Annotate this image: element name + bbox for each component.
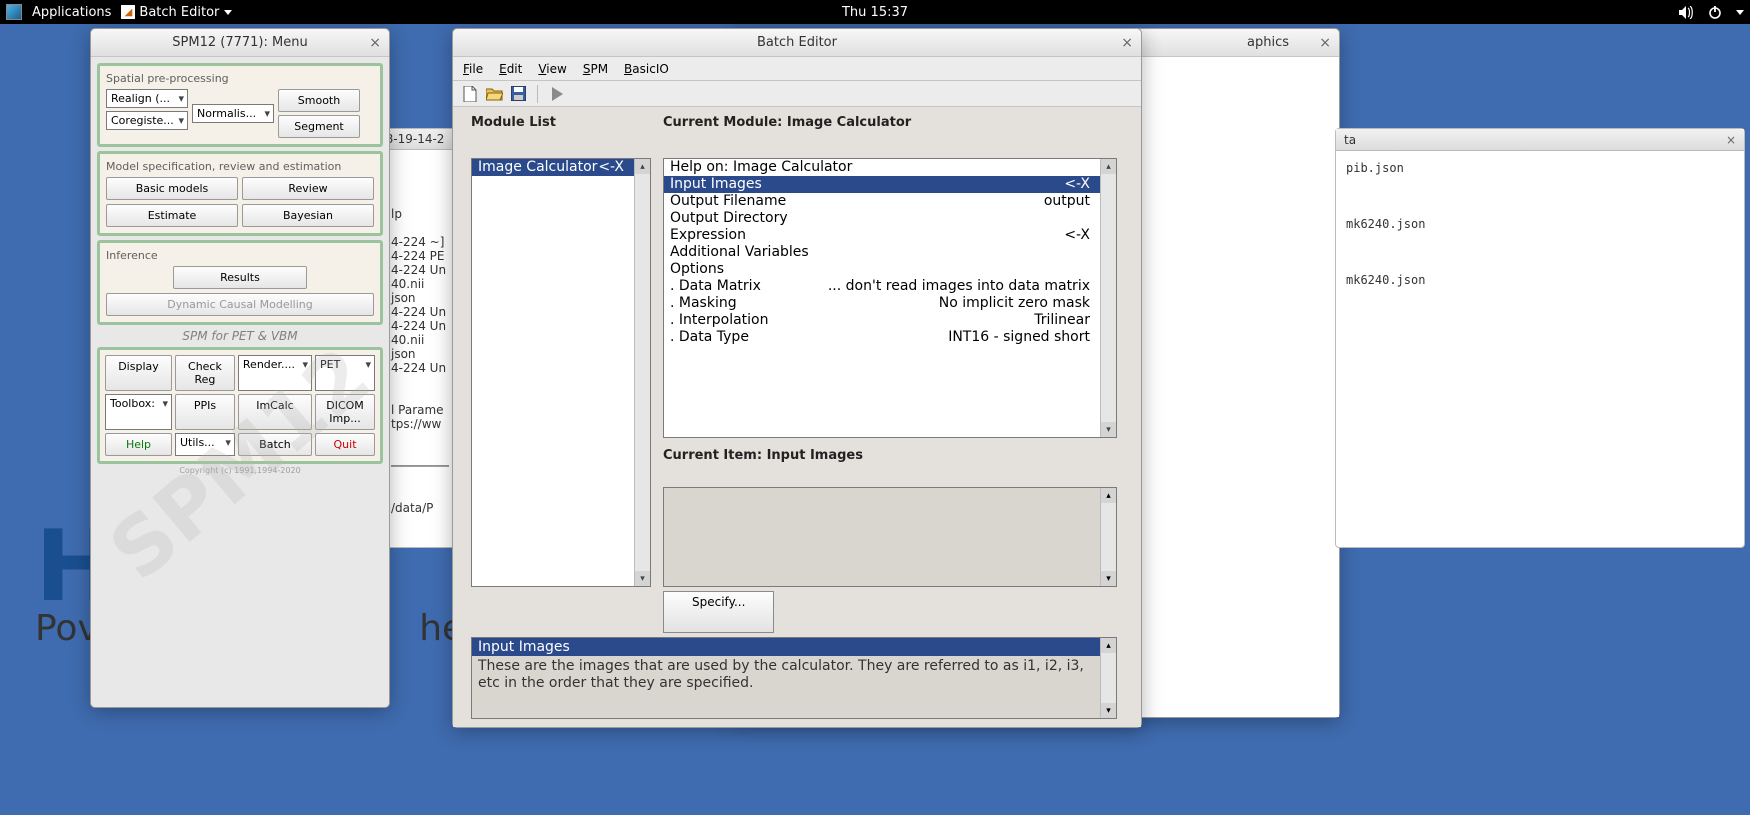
copyright: Copyright (c) 1991,1994-2020: [97, 466, 383, 475]
matlab-icon: ◢: [121, 5, 135, 19]
segment-button[interactable]: Segment: [278, 115, 360, 138]
checkreg-button[interactable]: Check Reg: [175, 355, 235, 391]
value-box[interactable]: ▴▾: [663, 487, 1117, 587]
batch-title: Batch Editor: [757, 35, 837, 50]
param-item[interactable]: Input Images<-X: [664, 176, 1116, 193]
current-module-head: Current Module: Image Calculator: [663, 111, 1117, 154]
scrollbar[interactable]: ▴▾: [1100, 159, 1116, 437]
param-item[interactable]: . MaskingNo implicit zero mask: [664, 295, 1116, 312]
param-item[interactable]: Output Filenameoutput: [664, 193, 1116, 210]
specify-button[interactable]: Specify...: [663, 591, 774, 633]
menu-edit[interactable]: Edit: [499, 62, 522, 76]
toolbox-select[interactable]: Toolbox:: [105, 394, 172, 430]
param-item[interactable]: Help on: Image Calculator: [664, 159, 1116, 176]
module-list-head: Module List: [471, 111, 651, 154]
data-content: pib.json mk6240.json mk6240.json: [1336, 151, 1744, 297]
param-item[interactable]: . InterpolationTrilinear: [664, 312, 1116, 329]
menubar: File Edit View SPM BasicIO: [453, 57, 1141, 81]
modality-select[interactable]: PET: [315, 355, 375, 391]
batch-editor-window: Batch Editor × File Edit View SPM BasicI…: [452, 28, 1142, 728]
model-heading: Model specification, review and estimati…: [106, 160, 374, 173]
batch-button[interactable]: Batch: [238, 433, 312, 456]
param-item[interactable]: Output Directory: [664, 210, 1116, 227]
review-button[interactable]: Review: [242, 177, 374, 200]
system-dropdown-icon[interactable]: [1736, 10, 1744, 15]
imcalc-button[interactable]: ImCalc: [238, 394, 312, 430]
module-list[interactable]: Image Calculator<-X▴▾: [471, 158, 651, 587]
spm-subtitle: SPM for PET & VBM: [97, 329, 383, 343]
menu-file[interactable]: File: [463, 62, 483, 76]
scrollbar[interactable]: ▴▾: [634, 159, 650, 586]
results-button[interactable]: Results: [173, 266, 307, 289]
close-icon[interactable]: ×: [369, 35, 381, 51]
toolbar: [453, 81, 1141, 107]
current-item-head: Current Item: Input Images: [663, 442, 1117, 483]
volume-icon[interactable]: [1679, 6, 1694, 19]
save-icon[interactable]: [509, 85, 527, 103]
param-item[interactable]: . Data TypeINT16 - signed short: [664, 329, 1116, 346]
param-item[interactable]: Expression<-X: [664, 227, 1116, 244]
preprocessing-heading: Spatial pre-processing: [106, 72, 374, 85]
param-item[interactable]: . Data Matrix... don't read images into …: [664, 278, 1116, 295]
coregister-select[interactable]: Coregiste...: [106, 111, 188, 130]
quit-button[interactable]: Quit: [315, 433, 375, 456]
bayesian-button[interactable]: Bayesian: [242, 204, 374, 227]
spm-menu-window: SPM12 (7771): Menu × Spatial pre-process…: [90, 28, 390, 708]
param-item[interactable]: Options: [664, 261, 1116, 278]
estimate-button[interactable]: Estimate: [106, 204, 238, 227]
normalise-select[interactable]: Normalis...: [192, 104, 274, 123]
help-box: Input Images These are the images that a…: [471, 637, 1117, 719]
data-tab[interactable]: ta: [1344, 133, 1356, 147]
inference-heading: Inference: [106, 249, 374, 262]
module-item[interactable]: Image Calculator<-X: [472, 159, 650, 176]
system-menu-icon[interactable]: [6, 4, 22, 20]
scrollbar[interactable]: ▴▾: [1100, 488, 1116, 586]
data-window: ta × pib.json mk6240.json mk6240.json: [1335, 128, 1745, 548]
scrollbar[interactable]: ▴▾: [1100, 638, 1116, 718]
realign-select[interactable]: Realign (...: [106, 89, 188, 108]
display-button[interactable]: Display: [105, 355, 172, 391]
help-body: These are the images that are used by th…: [472, 656, 1116, 694]
parameter-list[interactable]: Help on: Image CalculatorInput Images<-X…: [663, 158, 1117, 438]
param-item[interactable]: Additional Variables: [664, 244, 1116, 261]
power-icon[interactable]: [1708, 5, 1722, 19]
system-topbar: Applications ◢ Batch Editor Thu 15:37: [0, 0, 1750, 24]
close-icon[interactable]: ×: [1121, 35, 1133, 51]
menu-view[interactable]: View: [538, 62, 566, 76]
run-icon[interactable]: [548, 85, 566, 103]
render-select[interactable]: Render....: [238, 355, 312, 391]
active-app-menu[interactable]: Batch Editor: [139, 5, 231, 20]
close-icon[interactable]: ×: [1726, 133, 1736, 147]
dcm-button[interactable]: Dynamic Causal Modelling: [106, 293, 374, 316]
basic-models-button[interactable]: Basic models: [106, 177, 238, 200]
close-icon[interactable]: ×: [1319, 35, 1331, 51]
menu-basicio[interactable]: BasicIO: [624, 62, 669, 76]
open-icon[interactable]: [485, 85, 503, 103]
help-button[interactable]: Help: [105, 433, 172, 456]
dicom-button[interactable]: DICOM Imp...: [315, 394, 375, 430]
spm-title: SPM12 (7771): Menu: [172, 35, 307, 50]
utils-select[interactable]: Utils...: [175, 433, 235, 456]
graphics-title: aphics: [1247, 35, 1289, 50]
menu-spm[interactable]: SPM: [583, 62, 608, 76]
help-title: Input Images: [472, 638, 1116, 656]
clock[interactable]: Thu 15:37: [842, 5, 908, 20]
smooth-button[interactable]: Smooth: [278, 89, 360, 112]
new-icon[interactable]: [461, 85, 479, 103]
applications-menu[interactable]: Applications: [32, 5, 111, 20]
ppis-button[interactable]: PPIs: [175, 394, 235, 430]
